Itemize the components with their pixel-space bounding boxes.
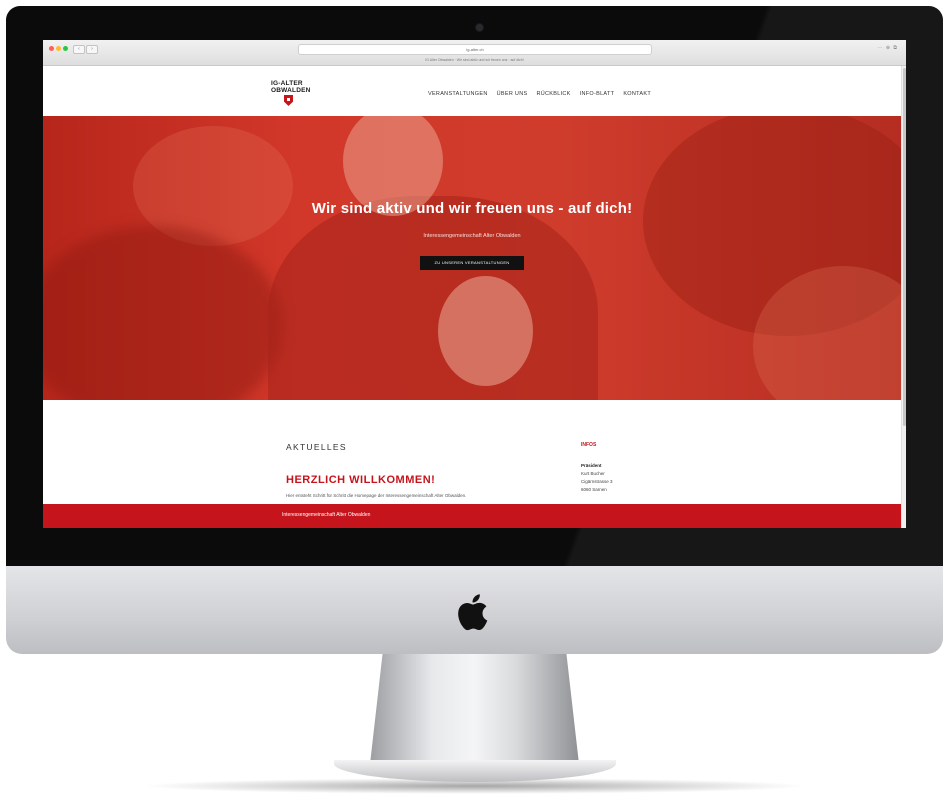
info-name: Kurt Bucher (581, 471, 605, 476)
apple-logo-icon (458, 594, 488, 631)
logo-text-line1: IG-ALTER (271, 80, 303, 87)
site-logo[interactable]: IG-ALTER OBWALDEN (271, 80, 311, 112)
info-role: Präsident (581, 463, 602, 468)
screen: ‹ › ig-alter.ch ⋯ ⊕ ⧉ IG Alter Obwalden … (43, 40, 906, 528)
hero-photo-person-body (268, 196, 598, 400)
logo-text-line2: OBWALDEN (271, 87, 311, 94)
scrollbar[interactable] (901, 66, 906, 528)
hero-photo-foliage (43, 226, 283, 400)
main-navigation: VERANSTALTUNGEN ÜBER UNS RÜCKBLICK INFO-… (428, 91, 651, 97)
scrollbar-thumb[interactable] (903, 68, 906, 426)
footer-text: Interessengemeinschaft Alter Obwalden (282, 512, 371, 518)
monitor-stand (370, 654, 579, 764)
nav-item-kontakt[interactable]: KONTAKT (623, 91, 651, 97)
info-city: 6060 Sarnen (581, 487, 607, 492)
zoom-window-icon[interactable] (63, 46, 68, 51)
toolbar-actions-icon[interactable]: ⋯ ⊕ ⧉ (877, 45, 898, 51)
nav-item-rueckblick[interactable]: RÜCKBLICK (536, 91, 570, 97)
forward-icon[interactable]: › (86, 45, 98, 54)
info-contact: Präsident Kurt Bucher Cigärnstrasse 3 60… (581, 462, 613, 494)
hero-subtitle: Interessengemeinschaft Alter Obwalden (423, 233, 521, 239)
page-notice: IG Alter Obwalden · Wir sind aktiv und w… (425, 58, 524, 62)
nav-item-info-blatt[interactable]: INFO-BLATT (580, 91, 615, 97)
crest-icon (284, 95, 293, 106)
footer-bar: Interessengemeinschaft Alter Obwalden (43, 504, 901, 528)
infos-heading: INFOS (581, 442, 597, 448)
back-icon[interactable]: ‹ (73, 45, 85, 54)
site-header: IG-ALTER OBWALDEN VERANSTALTUNGEN ÜBER U… (43, 66, 901, 116)
hero-photo-second-person (438, 276, 533, 386)
section-label: AKTUELLES (286, 442, 347, 452)
main-content: AKTUELLES HERZLICH WILLKOMMEN! Hier ents… (43, 400, 901, 504)
camera-icon (476, 24, 483, 31)
address-bar[interactable]: ig-alter.ch (298, 44, 652, 55)
minimize-window-icon[interactable] (56, 46, 61, 51)
info-street: Cigärnstrasse 3 (581, 479, 613, 484)
welcome-heading: HERZLICH WILLKOMMEN! (286, 474, 436, 486)
hero-banner: Wir sind aktiv und wir freuen uns - auf … (43, 116, 901, 400)
close-window-icon[interactable] (49, 46, 54, 51)
browser-toolbar: ‹ › ig-alter.ch ⋯ ⊕ ⧉ IG Alter Obwalden … (43, 40, 906, 66)
nav-item-ueber-uns[interactable]: ÜBER UNS (497, 91, 528, 97)
welcome-text: Hier entsteht Schritt für Schritt die Ho… (286, 493, 467, 498)
hero-title: Wir sind aktiv und wir freuen uns - auf … (311, 200, 633, 217)
nav-item-veranstaltungen[interactable]: VERANSTALTUNGEN (428, 91, 488, 97)
events-button[interactable]: ZU UNSEREN VERANSTALTUNGEN (420, 256, 524, 270)
